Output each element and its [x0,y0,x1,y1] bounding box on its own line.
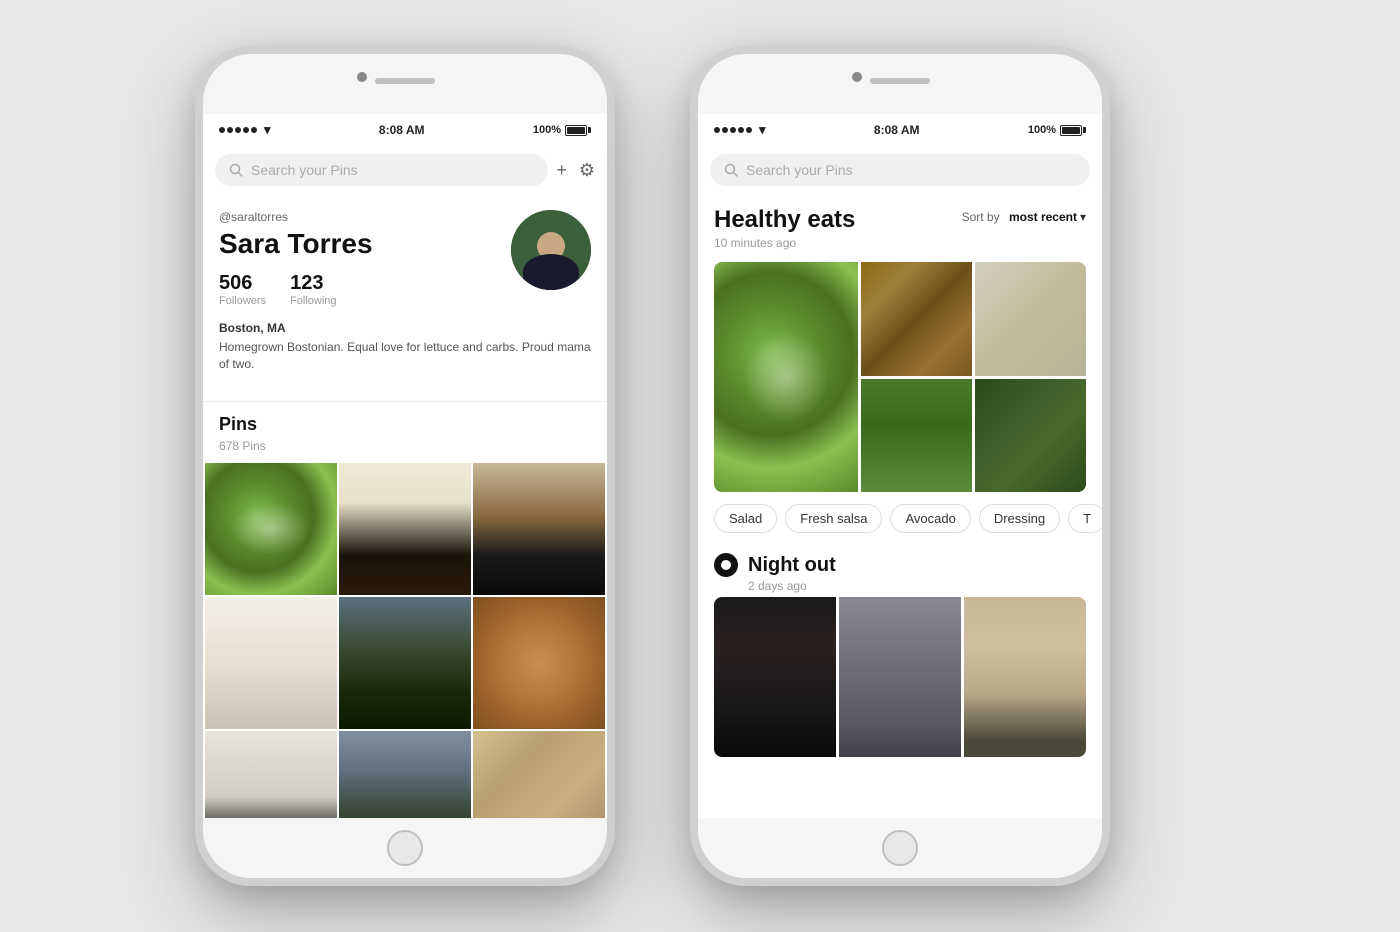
profile-section: @saraltorres Sara Torres 506 Followers 1… [203,194,607,389]
bottom-bar-left [203,818,607,878]
camera-right [852,72,862,82]
tag-dressing[interactable]: Dressing [979,504,1060,533]
screen-right: ▾ 8:08 AM 100% Sea [698,114,1102,818]
profile-location: Boston, MA [219,321,591,335]
mosaic-cell-lime[interactable] [975,262,1086,376]
time-left: 8:08 AM [379,123,425,137]
search-bar-left[interactable]: Search your Pins [215,154,548,186]
tag-fresh-salsa[interactable]: Fresh salsa [785,504,882,533]
search-placeholder-left: Search your Pins [251,162,358,178]
followers-count: 506 [219,272,266,295]
wifi-icon-right: ▾ [759,122,766,138]
board-mosaic-night [714,597,1086,757]
header-icons-left: + ⚙ [556,160,595,181]
following-count: 123 [290,272,336,295]
battery-icon-right [1060,125,1086,136]
search-icon-right [724,163,738,177]
pin-cell-3[interactable] [473,463,605,595]
wifi-icon-left: ▾ [264,122,271,138]
search-bar-right[interactable]: Search your Pins [710,154,1090,186]
mosaic-cell-brussels[interactable] [975,379,1086,493]
mosaic-cell-avocado[interactable] [861,379,972,493]
phone-left: ▾ 8:08 AM 100% Sea [195,46,615,886]
board-mosaic-healthy [714,262,1086,492]
battery-percent-left: 100% [533,124,561,136]
home-button-right[interactable] [882,830,918,866]
search-container-right: Search your Pins [698,146,1102,194]
board-title-healthy: Healthy eats [714,206,962,234]
pin-cell-2[interactable] [339,463,471,595]
tag-salad[interactable]: Salad [714,504,777,533]
followers-stat: 506 Followers [219,272,266,307]
mosaic-cell-gray-dress[interactable] [839,597,961,757]
home-button-left[interactable] [387,830,423,866]
profile-bio: Homegrown Bostonian. Equal love for lett… [219,339,591,373]
pin-cell-9[interactable] [473,731,605,818]
mosaic-cell-heels[interactable] [964,597,1086,757]
pin-cell-8[interactable] [339,731,471,818]
board-title-night: Night out [748,554,836,577]
following-stat: 123 Following [290,272,336,307]
search-placeholder-right: Search your Pins [746,162,853,178]
night-out-icon [714,553,738,577]
tag-more[interactable]: T [1068,504,1102,533]
search-icon-left [229,163,243,177]
sort-control[interactable]: Sort by most recent ▾ [962,206,1086,224]
pin-cell-5[interactable] [339,597,471,729]
pins-count: 678 Pins [203,439,607,453]
time-right: 8:08 AM [874,123,920,137]
board-night-out-header: Night out 2 days ago [698,545,1102,597]
pins-grid [203,463,607,818]
battery-percent-right: 100% [1028,124,1056,136]
pins-section-title: Pins [203,414,607,435]
add-icon-left[interactable]: + [556,160,567,181]
settings-icon-left[interactable]: ⚙ [579,160,595,181]
bottom-bar-right [698,818,1102,878]
speaker-right [870,78,930,84]
mosaic-cell-leather[interactable] [714,597,836,757]
followers-label: Followers [219,295,266,307]
phone-right: ▾ 8:08 AM 100% Sea [690,46,1110,886]
divider [203,401,607,402]
mosaic-cell-tacos-top[interactable] [861,262,972,376]
camera-left [357,72,367,82]
board-healthy-eats-header: Healthy eats 10 minutes ago Sort by most… [698,194,1102,262]
status-bar-right: ▾ 8:08 AM 100% [698,114,1102,146]
pin-cell-1[interactable] [205,463,337,595]
status-bar-left: ▾ 8:08 AM 100% [203,114,607,146]
screen-left: ▾ 8:08 AM 100% Sea [203,114,607,818]
sort-value: most recent [1009,210,1077,224]
pin-cell-4[interactable] [205,597,337,729]
following-label: Following [290,295,336,307]
battery-icon-left [565,125,591,136]
tag-avocado[interactable]: Avocado [890,504,970,533]
pin-cell-7[interactable] [205,731,337,818]
search-container-left: Search your Pins + ⚙ [203,146,607,194]
sort-arrow-icon: ▾ [1080,210,1086,224]
board-timestamp-night: 2 days ago [748,579,1086,593]
board-timestamp-healthy: 10 minutes ago [714,236,962,250]
pin-cell-6[interactable] [473,597,605,729]
avatar[interactable] [511,210,591,290]
speaker-left [375,78,435,84]
mosaic-cell-salad[interactable] [714,262,858,492]
sort-label: Sort by [962,210,1000,224]
tags-row-healthy: Salad Fresh salsa Avocado Dressing T [698,492,1102,545]
